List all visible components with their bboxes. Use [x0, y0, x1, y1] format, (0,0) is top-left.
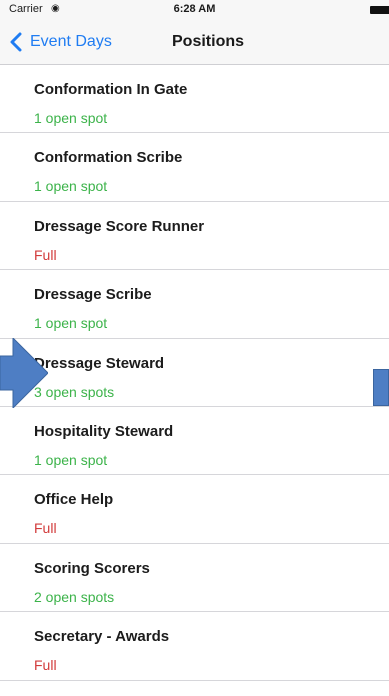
position-status: Full	[34, 246, 57, 263]
annotation-arrow-partial	[373, 369, 389, 406]
position-name: Dressage Scribe	[34, 286, 152, 304]
positions-list: Conformation In Gate 1 open spot Conform…	[0, 65, 389, 681]
position-name: Dressage Score Runner	[34, 217, 205, 235]
position-status: 1 open spot	[34, 315, 108, 332]
position-status: 1 open spot	[34, 178, 108, 195]
position-row[interactable]: Scoring Scorers 2 open spots	[0, 544, 389, 613]
position-name: Scoring Scorers	[34, 559, 150, 577]
position-name: Office Help	[34, 491, 114, 509]
page-title: Positions	[172, 33, 245, 50]
status-time: 6:28 AM	[173, 3, 216, 15]
status-bar: Carrier ◉ 6:28 AM	[0, 0, 389, 20]
position-row[interactable]: Dressage Steward 3 open spots	[0, 339, 389, 407]
position-name: Conformation In Gate	[34, 81, 188, 98]
position-row[interactable]: Conformation Scribe 1 open spot	[0, 133, 389, 202]
position-row[interactable]: Secretary - Awards Full	[0, 612, 389, 681]
position-row[interactable]: Dressage Score Runner Full	[0, 202, 389, 271]
position-name: Dressage Steward	[34, 354, 165, 372]
position-row[interactable]: Hospitality Steward 1 open spot	[0, 407, 389, 476]
position-row[interactable]: Conformation In Gate 1 open spot	[0, 65, 389, 134]
position-status: 2 open spots	[34, 588, 115, 605]
position-row[interactable]: Office Help Full	[0, 475, 389, 544]
position-status: 1 open spot	[34, 110, 108, 126]
position-row[interactable]: Dressage Scribe 1 open spot	[0, 270, 389, 339]
position-name: Secretary - Awards	[34, 628, 170, 646]
chevron-left-icon	[10, 32, 22, 52]
position-status: Full	[34, 657, 57, 674]
back-button-label: Event Days	[30, 33, 112, 50]
position-status: 1 open spot	[34, 451, 108, 468]
arrow-right-icon	[0, 338, 48, 408]
battery-icon	[370, 6, 389, 14]
position-name: Conformation Scribe	[34, 149, 183, 167]
position-name: Hospitality Steward	[34, 422, 174, 440]
back-button[interactable]: Event Days	[8, 20, 112, 64]
navigation-bar: Event Days Positions	[0, 20, 389, 65]
position-status: Full	[34, 520, 57, 537]
